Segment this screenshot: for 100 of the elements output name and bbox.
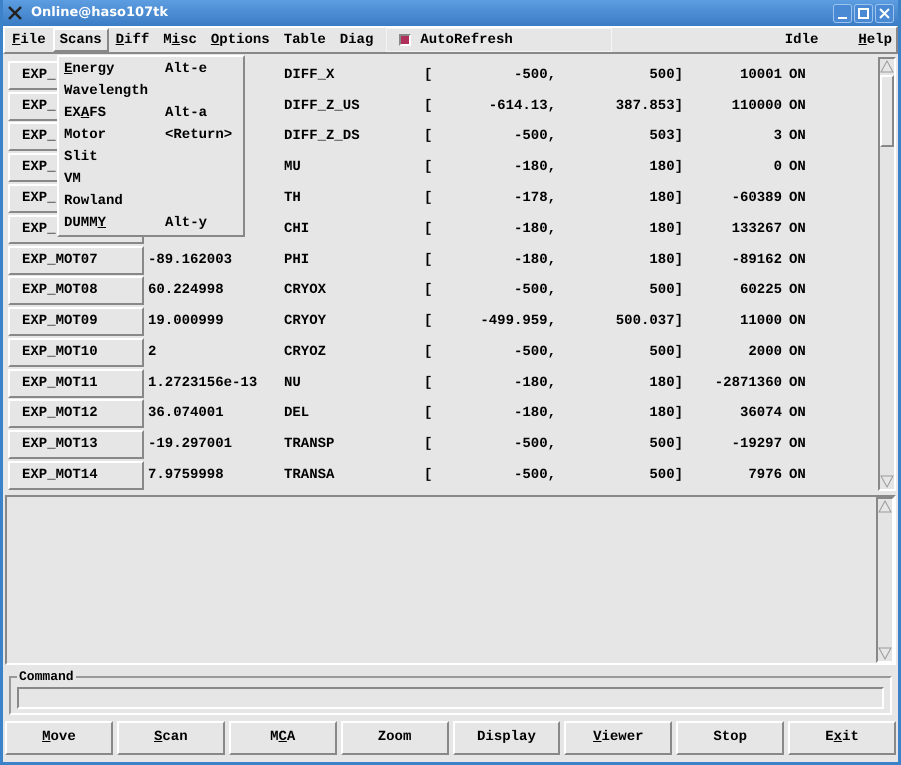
motor-name: TRANSP	[284, 436, 334, 452]
min-limit: -500,	[514, 467, 556, 484]
max-limit: 180]	[649, 252, 683, 268]
position-value: -19.297001	[148, 436, 232, 452]
min-limit: -180,	[514, 159, 556, 176]
step-count: 36074	[740, 405, 782, 422]
max-limit: 500.037]	[616, 313, 683, 330]
bracket: [	[424, 404, 434, 424]
min-limit: -500,	[514, 344, 556, 360]
command-label: Command	[18, 668, 75, 686]
motor-name: MU	[284, 159, 301, 176]
max-limit: 180]	[649, 190, 683, 206]
bracket: [	[424, 250, 434, 270]
step-count: -60389	[732, 190, 782, 206]
motor-name: DIFF_X	[284, 66, 334, 83]
position-value: 19.000999	[148, 313, 224, 330]
motor-name: DIFF_Z_DS	[284, 128, 360, 144]
position-value: 1.2723156e-13	[148, 374, 258, 391]
motor-state: ON	[789, 374, 806, 393]
motor-state: ON	[789, 220, 806, 239]
bracket: [	[424, 342, 434, 362]
min-limit: -500,	[514, 436, 556, 452]
min-limit: -500,	[514, 66, 556, 83]
bracket: [	[424, 312, 434, 332]
min-limit: -500,	[514, 128, 556, 144]
window-title: Online@haso107tk	[31, 4, 168, 22]
motor-name: CRYOY	[284, 313, 326, 330]
min-limit: -180,	[514, 252, 556, 268]
motor-name: CRYOZ	[284, 344, 326, 360]
position-value: 60.224998	[148, 282, 224, 298]
max-limit: 500]	[649, 467, 683, 484]
status-text: Idle	[784, 30, 818, 50]
motor-name: CRYOX	[284, 282, 326, 298]
shortcut-text: Alt-a	[165, 104, 208, 122]
bracket: [	[424, 189, 434, 208]
step-count: 2000	[748, 344, 782, 360]
step-count: -19297	[732, 436, 782, 452]
max-limit: 180]	[649, 159, 683, 176]
bracket: [	[424, 281, 434, 300]
motor-name: PHI	[284, 252, 310, 268]
step-count: 60225	[740, 282, 782, 298]
step-count: -89162	[732, 252, 782, 268]
motor-name: TH	[284, 190, 301, 206]
motor-state: ON	[789, 96, 806, 116]
step-count: 110000	[732, 98, 782, 114]
motor-state: ON	[789, 66, 806, 85]
motor-state: ON	[789, 127, 806, 146]
bracket: [	[424, 127, 434, 146]
min-limit: -614.13,	[488, 98, 556, 114]
bracket: [	[424, 374, 434, 393]
position-value: -89.162003	[148, 252, 232, 268]
max-limit: 503]	[649, 128, 683, 144]
motor-state: ON	[789, 281, 806, 300]
min-limit: -178,	[514, 190, 556, 206]
motor-state: ON	[789, 312, 806, 332]
bracket: [	[424, 220, 434, 239]
min-limit: -500,	[514, 282, 556, 298]
step-count: 10001	[740, 66, 782, 83]
step-count: 3	[774, 128, 782, 144]
step-count: 11000	[740, 313, 782, 330]
autorefresh-label: AutoRefresh	[420, 30, 513, 50]
min-limit: -180,	[514, 405, 556, 422]
motor-state: ON	[789, 158, 806, 178]
bracket: [	[424, 435, 434, 454]
step-count: 0	[774, 159, 782, 176]
shortcut-text: <Return>	[165, 126, 232, 144]
max-limit: 500]	[649, 66, 683, 83]
motor-name: DEL	[284, 405, 310, 422]
motor-name: DIFF_Z_US	[284, 98, 360, 114]
max-limit: 500]	[649, 282, 683, 298]
motor-name: TRANSA	[284, 467, 334, 484]
motor-state: ON	[789, 250, 806, 270]
motor-state: ON	[789, 404, 806, 424]
position-value: 2	[148, 344, 156, 360]
min-limit: -180,	[514, 374, 556, 391]
position-value: 36.074001	[148, 405, 224, 422]
min-limit: -499.959,	[480, 313, 556, 330]
max-limit: 180]	[649, 374, 683, 391]
motor-state: ON	[789, 435, 806, 454]
bracket: [	[424, 158, 434, 178]
shortcut-text: Alt-e	[165, 60, 208, 78]
min-limit: -180,	[514, 220, 556, 237]
motor-name: CHI	[284, 220, 310, 237]
max-limit: 500]	[649, 344, 683, 360]
position-value: 7.9759998	[148, 467, 224, 484]
motor-state: ON	[789, 189, 806, 208]
max-limit: 180]	[649, 220, 683, 237]
shortcut-text: Alt-y	[165, 214, 208, 232]
bracket: [	[424, 466, 434, 486]
motor-state: ON	[789, 342, 806, 362]
bracket: [	[424, 66, 434, 85]
step-count: 7976	[748, 467, 782, 484]
step-count: 133267	[732, 220, 782, 237]
max-limit: 500]	[649, 436, 683, 452]
max-limit: 180]	[649, 405, 683, 422]
bracket: [	[424, 96, 434, 116]
motor-state: ON	[789, 466, 806, 486]
max-limit: 387.853]	[616, 98, 683, 114]
step-count: -2871360	[714, 374, 782, 391]
motor-name: NU	[284, 374, 301, 391]
